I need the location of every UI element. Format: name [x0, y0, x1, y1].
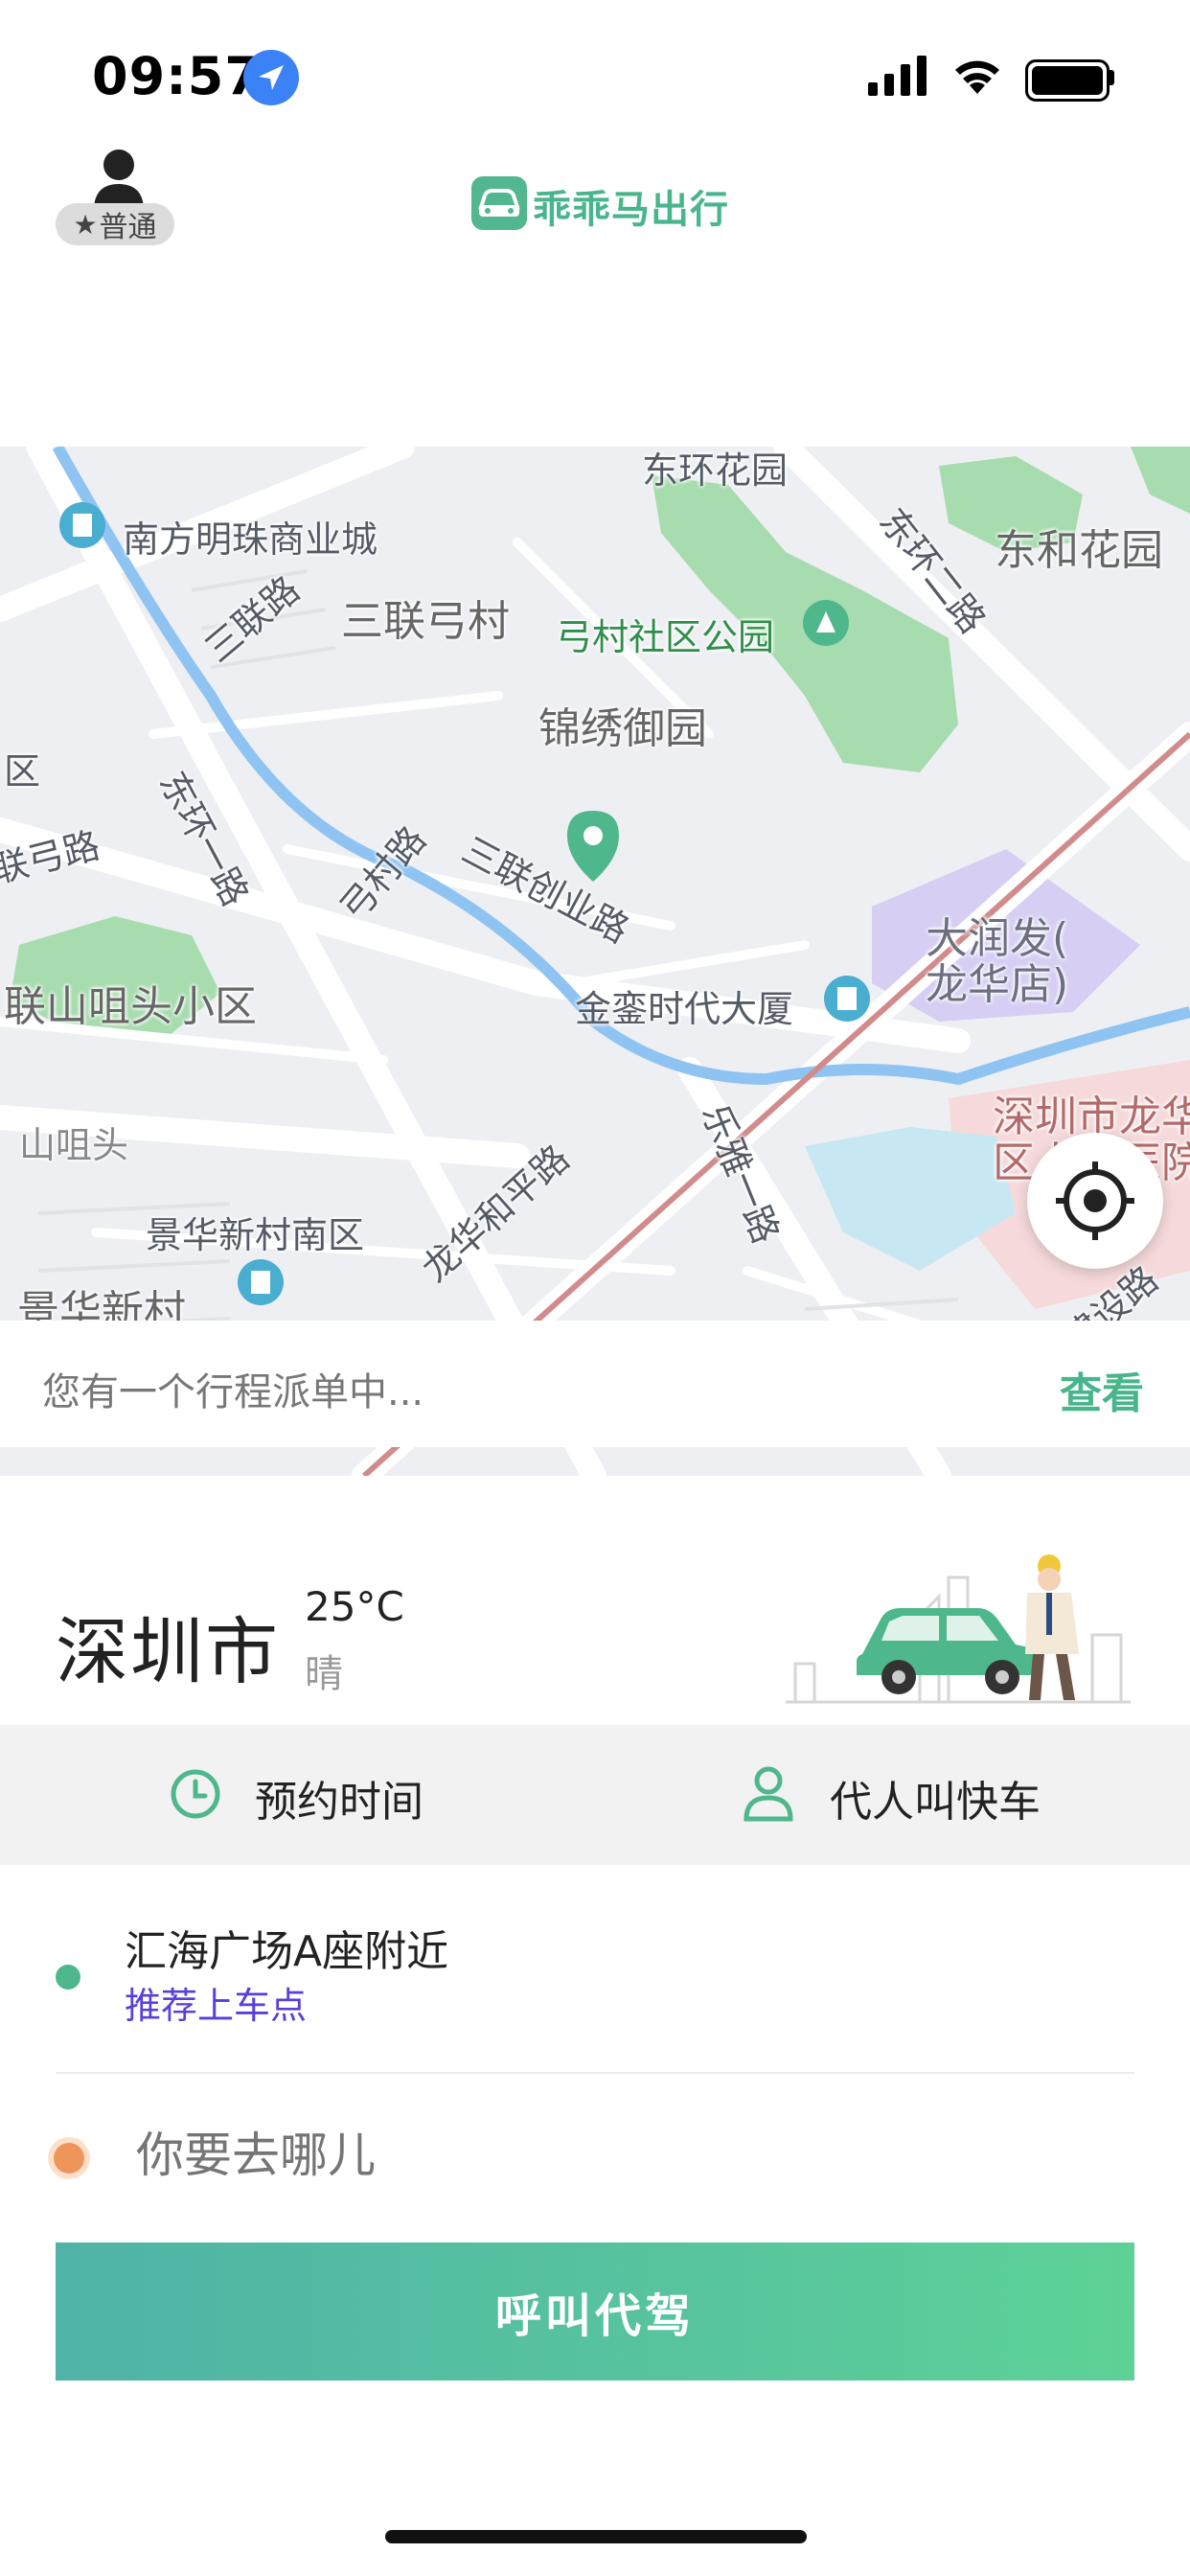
map-label-donghuan-garden: 东环花园: [642, 449, 789, 492]
member-level-badge[interactable]: ★ 普通: [56, 203, 174, 245]
call-for-others-option[interactable]: 代人叫快车: [830, 1767, 1041, 1828]
locate-me-button[interactable]: [1027, 1133, 1163, 1269]
crosshair-icon: [1056, 1162, 1134, 1240]
star-icon: ★: [73, 208, 98, 241]
pickup-address[interactable]: 汇海广场A座附近: [125, 1917, 448, 1978]
map-label-sanlian-gongcun: 三联弓村: [341, 597, 510, 646]
member-level-label: 普通: [99, 211, 157, 244]
wifi-icon: [950, 52, 1004, 100]
map-label-nanfang: 南方明珠商业城: [123, 518, 378, 561]
pickup-recommended-hint[interactable]: 推荐上车点: [125, 1976, 307, 2029]
trip-view-link[interactable]: 查看: [1060, 1359, 1144, 1420]
app-logo-text: 乖乖马出行: [533, 188, 729, 232]
cellular-signal-icon: [868, 56, 929, 100]
car-logo-icon: [471, 176, 527, 230]
home-indicator[interactable]: [385, 2530, 807, 2543]
map-label-shanjutou: 山咀头: [19, 1124, 129, 1166]
map-label-gongcun-park: 弓村社区公园: [556, 616, 775, 658]
field-divider: [56, 2072, 1134, 2074]
clock-icon: [169, 1767, 222, 1825]
battery-tip: [1110, 70, 1114, 85]
status-time: 09:57: [92, 46, 262, 106]
destination-dot-icon: [54, 2143, 84, 2174]
schedule-time-option[interactable]: 预约时间: [255, 1767, 423, 1828]
user-avatar-icon[interactable]: [92, 148, 146, 209]
battery-icon: [1025, 59, 1110, 102]
poi-marker-nanfang: [59, 502, 105, 548]
weather-condition: 晴: [305, 1652, 343, 1696]
call-designated-driver-button[interactable]: 呼叫代驾: [56, 2242, 1134, 2380]
destination-input[interactable]: [136, 2128, 998, 2183]
map-label-lianshan: 联山咀头小区: [4, 982, 257, 1031]
map-label-jinghua-south: 景华新村南区: [146, 1214, 365, 1256]
person-icon: [742, 1765, 795, 1827]
map-label-jinluan: 金銮时代大厦: [575, 988, 794, 1030]
location-arrow-icon: [243, 50, 299, 105]
poi-marker-jinluan: [824, 976, 870, 1022]
trip-notice-text: 您有一个行程派单中...: [42, 1370, 424, 1414]
map-label-darunfa: 大润发( 龙华店): [926, 914, 1069, 1009]
map-label-jinxiu: 锦绣御园: [538, 704, 707, 753]
map-label-donghe-garden: 东和花园: [995, 526, 1163, 575]
poi-marker-park: [803, 600, 849, 646]
driver-car-illustration: [776, 1549, 1140, 1715]
map-label-qu: 区: [4, 750, 41, 793]
pickup-dot-icon: [56, 1965, 80, 1990]
temperature: 25°C: [305, 1583, 404, 1630]
poi-marker-jinghua: [238, 1259, 284, 1305]
city-name: 深圳市: [56, 1609, 280, 1694]
